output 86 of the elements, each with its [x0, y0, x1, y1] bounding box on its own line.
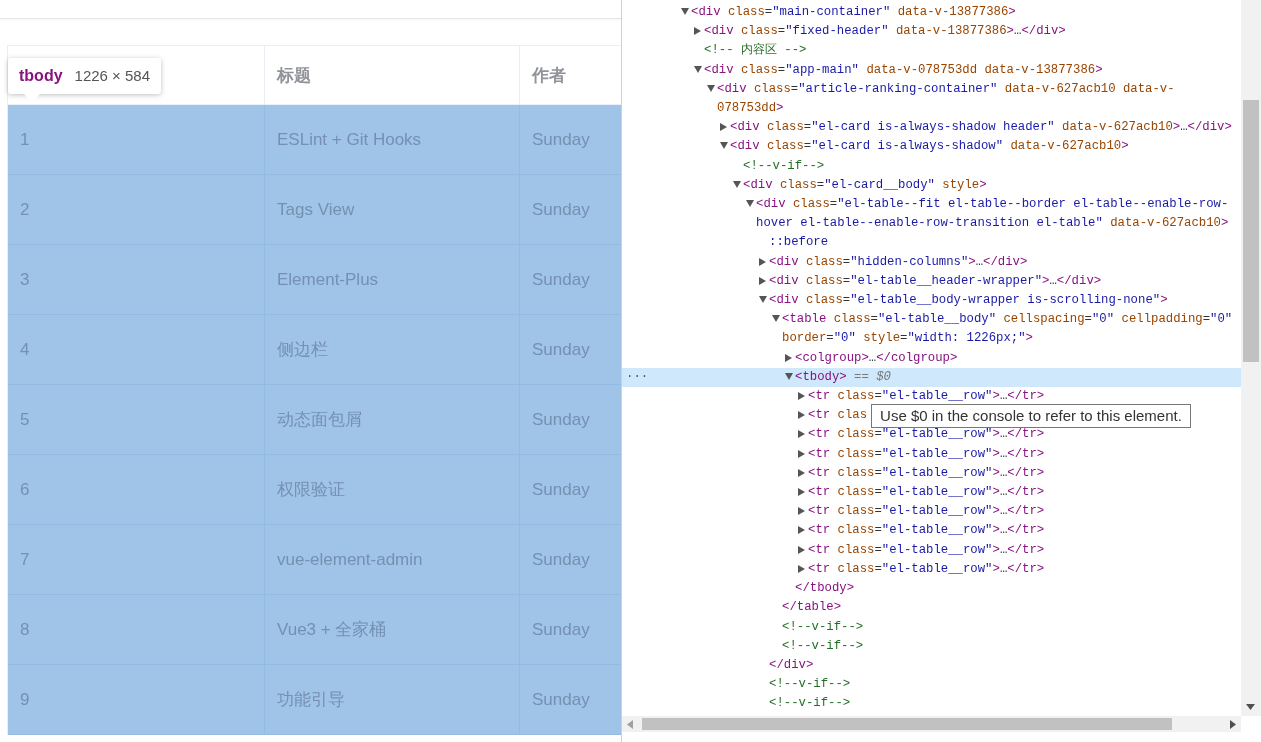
vertical-scrollbar[interactable] [1241, 0, 1261, 716]
collapsed-triangle-icon[interactable] [798, 468, 805, 477]
expanded-triangle-icon[interactable] [733, 180, 741, 188]
dom-node-line[interactable]: <!--v-if--> [622, 636, 1241, 656]
table-cell: 6 [8, 455, 265, 525]
table-cell: 8 [8, 595, 265, 665]
dom-node-line[interactable]: <!-- 内容区 --> [622, 41, 1241, 61]
table-cell: 3 [8, 245, 265, 315]
table-cell: 1 [8, 105, 265, 175]
collapsed-triangle-icon[interactable] [798, 564, 805, 573]
table-cell: 7 [8, 525, 265, 595]
table-cell: 功能引导 [265, 665, 520, 735]
expanded-triangle-icon[interactable] [681, 8, 689, 15]
dom-node-line[interactable]: <tr class="el-table__row">…</tr> [622, 444, 1241, 464]
collapsed-triangle-icon[interactable] [785, 353, 792, 362]
dom-node-line[interactable]: <div class="el-table--fit el-table--border el-table--enable-row-hover el-table--enable-row-transition el-table" data-v-627acb10> [622, 195, 1241, 234]
dom-node-line[interactable]: <tr class="el-table__row">…</tr> [622, 540, 1241, 560]
dom-node-line[interactable]: ::before [622, 233, 1241, 253]
tooltip-tag-name: tbody [19, 67, 63, 85]
expanded-triangle-icon[interactable] [707, 84, 715, 92]
dom-node-line[interactable]: <tr class="el-table__row">…</tr> [622, 559, 1241, 580]
collapsed-triangle-icon[interactable] [694, 27, 701, 36]
scroll-down-icon[interactable] [1246, 704, 1255, 710]
collapsed-triangle-icon[interactable] [759, 257, 766, 266]
collapsed-triangle-icon[interactable] [798, 545, 805, 554]
expanded-triangle-icon[interactable] [720, 142, 728, 150]
table-cell: ESLint + Git Hooks [265, 105, 520, 175]
tooltip-dimensions: 1226 × 584 [74, 67, 151, 84]
dom-node-line[interactable]: <div class="el-table__body-wrapper is-scrolling-none"> [622, 291, 1241, 311]
dom-node-line[interactable]: <tr class="el-table__row">…</tr> [622, 483, 1241, 503]
table-cell: Sunday [520, 455, 621, 525]
dom-node-line[interactable]: <div class="main-container" data-v-13877386> [622, 3, 1241, 23]
table-cell: Tags View [265, 175, 520, 245]
collapsed-triangle-icon[interactable] [798, 392, 805, 401]
collapsed-triangle-icon[interactable] [798, 526, 805, 535]
table-cell: 4 [8, 315, 265, 385]
more-options-mark[interactable]: ··· [626, 367, 649, 388]
horizontal-scrollbar[interactable] [622, 716, 1241, 732]
collapsed-triangle-icon[interactable] [759, 276, 766, 285]
table-cell: 动态面包屑 [265, 385, 520, 455]
dom-node-line[interactable]: <div class="el-card is-always-shadow" data-v-627acb10> [622, 137, 1241, 157]
dom-node-line[interactable]: <tr class="el-table__row">…</tr> [622, 463, 1241, 484]
column-header: 标题 [265, 46, 520, 105]
expanded-triangle-icon[interactable] [772, 315, 780, 323]
table-cell: Vue3 + 全家桶 [265, 595, 520, 665]
expanded-triangle-icon[interactable] [785, 372, 793, 380]
table-cell: 5 [8, 385, 265, 455]
table-cell: Sunday [520, 525, 621, 595]
table-cell: Element-Plus [265, 245, 520, 315]
scroll-right-icon[interactable] [1230, 720, 1236, 729]
dom-node-line[interactable]: <tr class="el-table__row">…</tr> [622, 387, 1241, 407]
dom-node-line[interactable]: <!--v-if--> [622, 675, 1241, 695]
dom-node-line[interactable]: <tr class="el-table__row">…</tr> [622, 502, 1241, 522]
table-cell: 权限验证 [265, 455, 520, 525]
dom-node-line[interactable]: <tr class="el-table__row">…</tr> [622, 521, 1241, 541]
expanded-triangle-icon[interactable] [759, 296, 767, 304]
dom-node-line[interactable]: <div class="app-main" data-v-078753dd data-v-13877386> [622, 60, 1241, 80]
expanded-triangle-icon[interactable] [694, 65, 702, 73]
dom-node-line[interactable]: <div class="fixed-header" data-v-13877386>…</div> [622, 22, 1241, 42]
closing-tag: </table> [782, 598, 1241, 618]
dom-node-line[interactable]: <div class="el-table__header-wrapper">…</div> [622, 271, 1241, 292]
dom-node-line[interactable]: <div class="hidden-columns">…</div> [622, 252, 1241, 272]
collapsed-triangle-icon[interactable] [798, 488, 805, 497]
table-cell: vue-element-admin [265, 525, 520, 595]
closing-tag: </tbody> [795, 579, 1241, 599]
dom-node-line[interactable]: <div class="el-card__body" style> [622, 175, 1241, 196]
collapsed-triangle-icon[interactable] [798, 430, 805, 439]
dom-node-line[interactable]: <!--v-if--> [622, 694, 1241, 714]
dom-node-line[interactable]: <div class="article-ranking-container" data-v-627acb10 data-v-078753dd> [622, 79, 1241, 119]
console-hint-tooltip: Use $0 in the console to refer to this element. [871, 404, 1191, 429]
collapsed-triangle-icon[interactable] [798, 449, 805, 458]
dom-node-line[interactable]: <!--v-if--> [622, 617, 1241, 637]
table-cell: Sunday [520, 595, 621, 665]
dom-node-line[interactable]: <table class="el-table__body" cellspacing="0" cellpadding="0" border="0" style="width: 1226px;"> [622, 310, 1241, 349]
dom-node-line[interactable]: <tr clas Use $0 in the console to refer to this element. [622, 406, 1241, 426]
dom-node-line[interactable]: <colgroup>…</colgroup> [622, 348, 1241, 368]
dom-node-line[interactable]: <!--v-if--> [622, 156, 1241, 176]
table-cell: 2 [8, 175, 265, 245]
table-cell: 9 [8, 665, 265, 735]
expanded-triangle-icon[interactable] [746, 200, 754, 208]
closing-tag: </div> [769, 655, 1241, 676]
collapsed-triangle-icon[interactable] [798, 507, 805, 516]
dom-node-line[interactable]: <div class="el-card is-always-shadow header" data-v-627acb10>…</div> [622, 118, 1241, 138]
collapsed-triangle-icon[interactable] [798, 411, 805, 420]
collapsed-triangle-icon[interactable] [720, 123, 727, 132]
table-cell: 侧边栏 [265, 315, 520, 385]
